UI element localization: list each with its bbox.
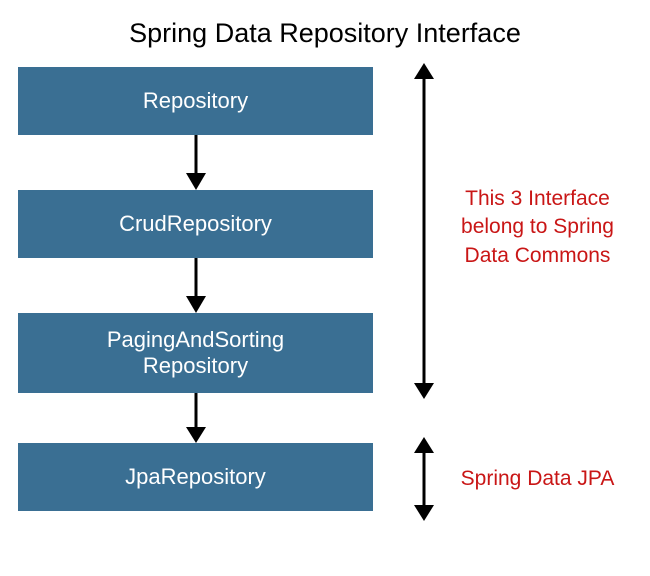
- annotation-jpa-text: Spring Data JPA: [461, 467, 615, 490]
- bracket-commons: [412, 63, 436, 399]
- box-crud-repository-label: CrudRepository: [119, 211, 272, 237]
- arrow-repo-to-crud: [184, 135, 208, 190]
- box-paging-line1: PagingAndSorting: [107, 327, 284, 353]
- annotation-commons: This 3 Interface belong to Spring Data C…: [450, 185, 625, 270]
- box-jpa-repository: JpaRepository: [18, 443, 373, 511]
- box-jpa-repository-label: JpaRepository: [125, 464, 266, 490]
- annotation-commons-line2: belong to Spring: [450, 213, 625, 241]
- box-paging-line2: Repository: [143, 353, 248, 379]
- annotation-commons-line3: Data Commons: [450, 242, 625, 270]
- box-paging-sorting-repository: PagingAndSorting Repository: [18, 313, 373, 393]
- annotation-commons-line1: This 3 Interface: [450, 185, 625, 213]
- bracket-jpa: [412, 437, 436, 521]
- diagram-title: Spring Data Repository Interface: [0, 0, 650, 67]
- arrow-crud-to-paging: [184, 258, 208, 313]
- box-repository-label: Repository: [143, 88, 248, 114]
- box-crud-repository: CrudRepository: [18, 190, 373, 258]
- annotation-jpa: Spring Data JPA: [450, 465, 625, 493]
- box-repository: Repository: [18, 67, 373, 135]
- arrow-paging-to-jpa: [184, 393, 208, 443]
